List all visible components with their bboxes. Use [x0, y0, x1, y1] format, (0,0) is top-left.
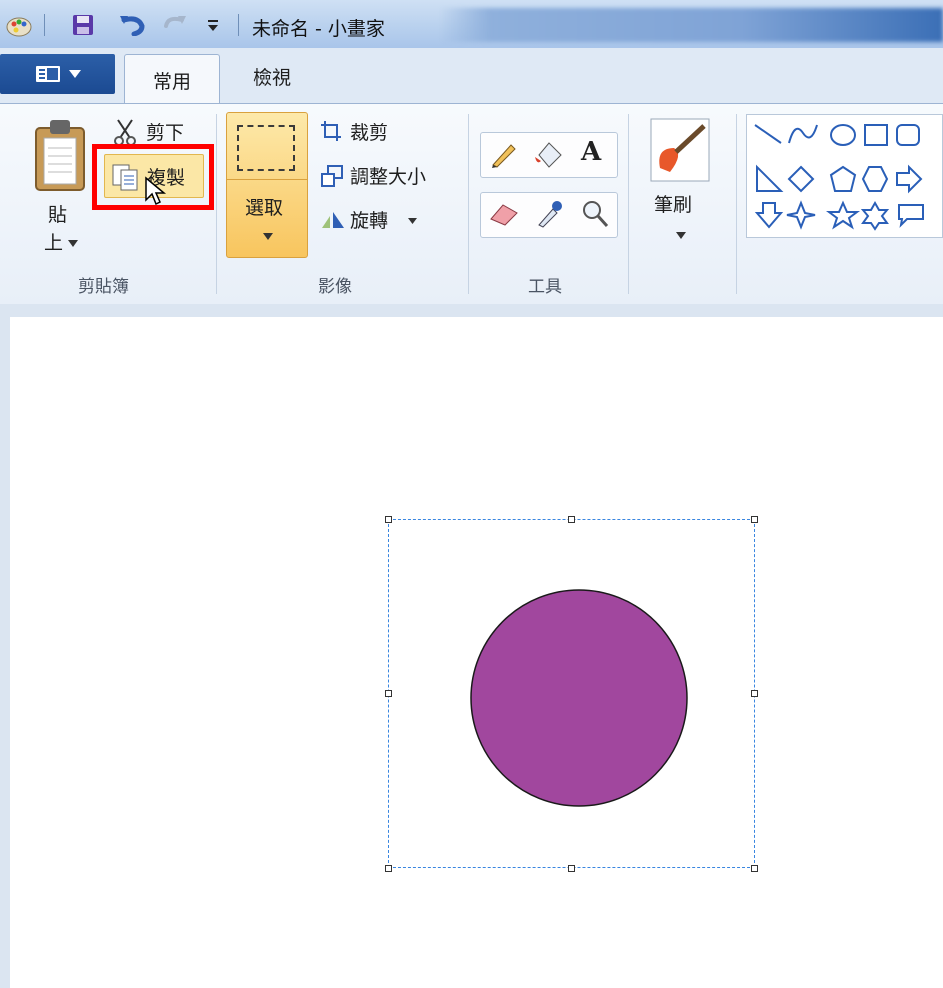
crop-icon — [321, 121, 341, 141]
resize-icon — [321, 165, 343, 187]
color-picker-icon[interactable] — [535, 199, 563, 229]
clipboard-group-label: 剪貼簿 — [78, 277, 129, 297]
rotate-label: 旋轉 — [350, 210, 389, 232]
oval-shape-icon — [830, 124, 856, 146]
five-point-star-icon — [826, 200, 860, 230]
select-label: 選取 — [245, 197, 284, 219]
file-menu-button[interactable] — [0, 54, 115, 94]
triangle-shape-icon — [756, 164, 784, 192]
tools-row-1: A — [480, 132, 618, 178]
arrow-right-shape-icon — [896, 164, 923, 194]
eraser-icon[interactable] — [489, 201, 519, 227]
crop-button[interactable]: 裁剪 — [318, 116, 458, 148]
clipboard-icon — [35, 120, 85, 191]
arrow-down-shape-icon — [754, 202, 784, 229]
selection-handle-left[interactable] — [385, 690, 392, 697]
quick-access-separator — [44, 14, 45, 36]
blurred-titlebar-area — [440, 8, 943, 42]
group-separator — [216, 114, 217, 294]
selection-handle-top-left[interactable] — [385, 516, 392, 523]
six-point-star-icon — [860, 200, 890, 231]
paste-label-bottom: 上 — [44, 232, 64, 254]
cut-label: 剪下 — [146, 122, 185, 144]
rotate-button[interactable]: 旋轉 — [318, 204, 458, 236]
paint-app-icon[interactable] — [6, 14, 32, 38]
selection-handle-top[interactable] — [568, 516, 575, 523]
file-menu-icon — [35, 66, 60, 82]
tab-view[interactable]: 檢視 — [232, 54, 312, 98]
group-separator — [468, 114, 469, 294]
customize-dropdown-icon[interactable] — [206, 20, 220, 32]
magnifier-icon[interactable] — [581, 199, 609, 229]
fill-bucket-icon[interactable] — [533, 139, 563, 169]
brush-icon — [650, 118, 710, 182]
rotate-icon — [322, 212, 344, 228]
select-button[interactable]: 選取 — [226, 112, 308, 258]
window-title: 未命名 - 小畫家 — [252, 18, 385, 40]
line-shape-icon — [754, 124, 782, 144]
tab-home[interactable]: 常用 — [124, 54, 220, 105]
select-dropdown-icon — [263, 233, 273, 240]
group-separator — [628, 114, 629, 294]
rounded-rectangle-shape-icon — [896, 124, 920, 146]
undo-icon[interactable] — [118, 14, 148, 36]
crop-label: 裁剪 — [350, 122, 389, 144]
resize-label: 調整大小 — [350, 166, 427, 188]
four-point-star-icon — [786, 200, 816, 230]
selection-handle-right[interactable] — [751, 690, 758, 697]
hexagon-shape-icon — [861, 166, 889, 192]
image-group-label: 影像 — [318, 277, 352, 297]
select-icon — [237, 125, 295, 171]
shapes-gallery[interactable] — [746, 114, 943, 238]
text-tool-icon[interactable]: A — [581, 137, 601, 167]
tools-group-label: 工具 — [528, 277, 562, 297]
paste-dropdown-icon — [68, 240, 78, 247]
resize-button[interactable]: 調整大小 — [318, 160, 458, 192]
selection-handle-bottom-left[interactable] — [385, 865, 392, 872]
selection-rectangle[interactable] — [388, 519, 755, 868]
selection-handle-top-right[interactable] — [751, 516, 758, 523]
mouse-cursor-icon — [145, 176, 167, 206]
paste-label-top: 貼 — [48, 204, 68, 226]
title-separator — [238, 14, 239, 36]
redo-icon[interactable] — [160, 14, 188, 36]
rectangle-shape-icon — [864, 124, 888, 146]
pencil-icon[interactable] — [489, 141, 517, 169]
brushes-button[interactable]: 筆刷 — [640, 116, 720, 256]
rotate-dropdown-icon — [408, 218, 417, 224]
brushes-dropdown-icon — [676, 232, 686, 239]
shapes-gallery-icons — [754, 124, 924, 231]
brushes-label: 筆刷 — [654, 194, 693, 216]
chevron-down-icon — [68, 70, 81, 78]
selection-handle-bottom-right[interactable] — [751, 865, 758, 872]
title-bar: 未命名 - 小畫家 — [0, 0, 943, 48]
callout-shape-icon — [898, 204, 924, 228]
selection-handle-bottom[interactable] — [568, 865, 575, 872]
pentagon-shape-icon — [829, 165, 857, 192]
paste-button[interactable]: 貼 上 — [28, 116, 96, 276]
curve-shape-icon — [788, 124, 818, 144]
select-split-line — [227, 179, 307, 180]
diamond-shape-icon — [787, 165, 815, 193]
tools-row-2 — [480, 192, 618, 238]
scissors-icon — [114, 119, 136, 146]
group-separator — [736, 114, 737, 294]
save-icon[interactable] — [72, 14, 94, 36]
